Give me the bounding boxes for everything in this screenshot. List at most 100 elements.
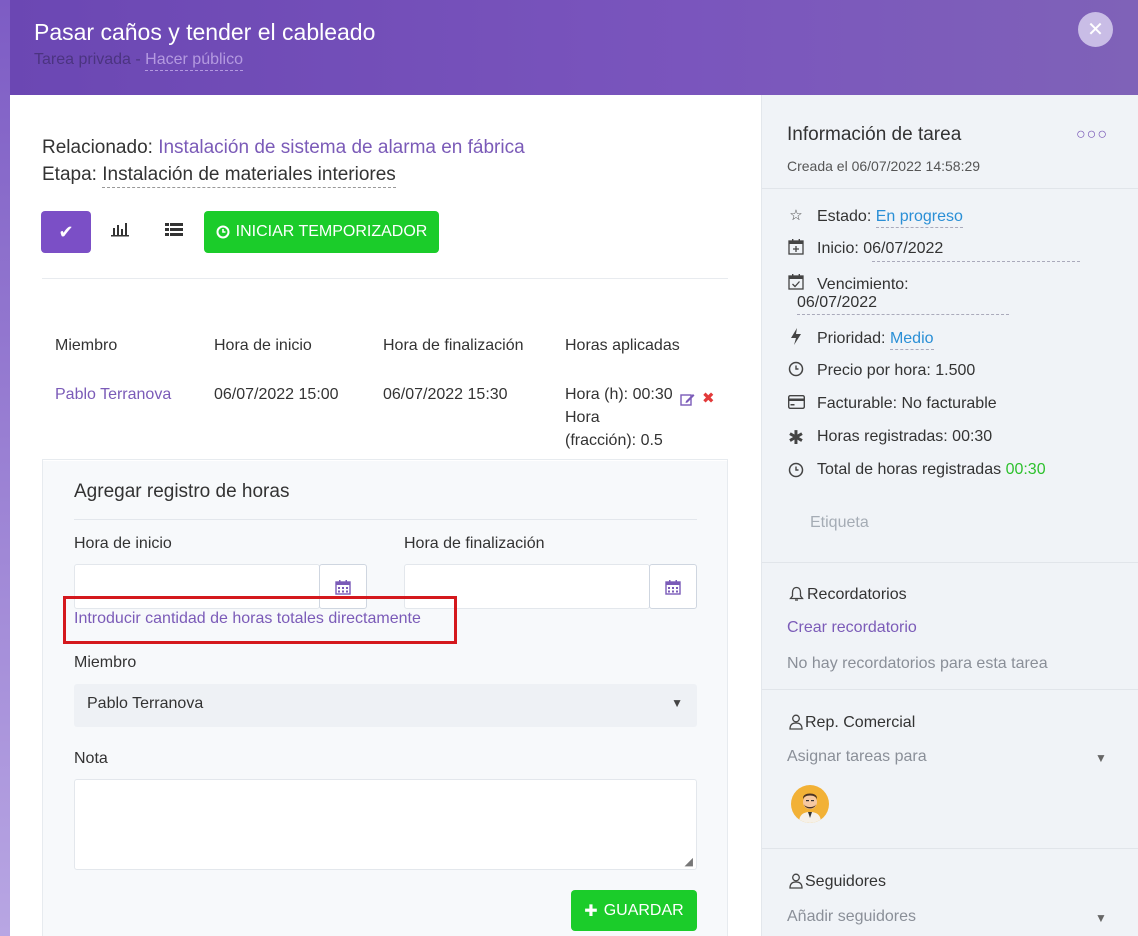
start-timer-label: INICIAR TEMPORIZADOR (235, 223, 428, 240)
followers-select[interactable]: Añadir seguidores (787, 908, 916, 926)
bell-icon (787, 586, 805, 606)
tag-input[interactable]: Etiqueta (810, 514, 869, 532)
due-date-field (797, 314, 1009, 315)
sidebar-divider (762, 562, 1138, 563)
billable-status: Facturable: No facturable (817, 395, 997, 412)
assign-select[interactable]: Asignar tareas para (787, 748, 927, 766)
stage-value[interactable]: Instalación de materiales interiores (102, 164, 396, 188)
list-icon (165, 223, 183, 236)
total-hours-value: 00:30 (1005, 461, 1046, 478)
modal-header: Pasar caños y tender el cableado Tarea p… (10, 0, 1138, 95)
task-info-sidebar: Información de tarea ○○○ Creada el 06/07… (761, 95, 1138, 936)
stage-label: Etapa: (42, 164, 97, 185)
hourly-rate: Precio por hora: 1.500 (817, 362, 976, 379)
calendar-plus-icon (787, 238, 805, 259)
list-button[interactable] (165, 221, 183, 242)
create-reminder-link[interactable]: Crear recordatorio (787, 619, 917, 637)
start-date-value[interactable]: 06/07/2022 (863, 240, 943, 257)
calendar-check-icon (787, 273, 805, 294)
member-select[interactable]: Pablo Terranova ▼ (74, 684, 697, 727)
related-project-link[interactable]: Instalación de sistema de alarma en fábr… (158, 137, 524, 158)
separator: - (130, 51, 146, 68)
sidebar-divider (762, 188, 1138, 189)
stats-button[interactable] (110, 221, 130, 242)
priority-label: Prioridad: (817, 330, 886, 347)
sidebar-divider (762, 848, 1138, 849)
note-textarea[interactable]: ◢ (74, 779, 697, 870)
private-task-label: Tarea privada (34, 51, 131, 68)
status-value[interactable]: En progreso (875, 208, 963, 228)
user-icon (787, 714, 805, 734)
start-date-field (872, 261, 1080, 262)
priority-row: Prioridad: Medio (817, 330, 934, 350)
status-label: Estado: (817, 208, 872, 225)
total-hours-row: Total de horas registradas 00:30 (817, 461, 1046, 479)
delete-entry-button[interactable]: ✖ (702, 391, 715, 406)
caret-down-icon: ▼ (671, 696, 683, 710)
mark-complete-button[interactable]: ✔ (41, 211, 91, 253)
close-icon: ✕ (1087, 19, 1104, 41)
task-visibility: Tarea privada - Hacer público (34, 51, 243, 71)
row-hours-line3: (fracción): 0.5 (565, 432, 663, 449)
task-info-title: Información de tarea (787, 124, 962, 145)
logged-hours: Horas registradas: 00:30 (817, 428, 993, 445)
related-line: Relacionado: Instalación de sistema de a… (42, 137, 525, 159)
bar-chart-icon (111, 223, 129, 237)
avatar[interactable] (791, 785, 829, 823)
form-title: Agregar registro de horas (74, 481, 290, 502)
followers-title: Seguidores (805, 873, 886, 890)
divider (42, 278, 728, 279)
due-date-value[interactable]: 06/07/2022 (797, 294, 877, 312)
end-calendar-button[interactable] (649, 564, 697, 609)
calendar-icon (335, 579, 351, 595)
end-time-label: Hora de finalización (404, 535, 545, 552)
task-title: Pasar caños y tender el cableado (34, 19, 376, 45)
col-member: Miembro (55, 337, 118, 354)
more-dots-icon: ○○○ (1076, 126, 1108, 143)
edit-icon (680, 394, 695, 406)
start-time-label: Hora de inicio (74, 535, 172, 552)
member-select-value: Pablo Terranova (87, 695, 204, 712)
resize-grip-icon[interactable]: ◢ (685, 855, 693, 868)
save-label: GUARDAR (603, 901, 684, 919)
save-button[interactable]: ✚ GUARDAR (571, 890, 697, 931)
enter-total-hours-link[interactable]: Introducir cantidad de horas totales dir… (74, 610, 421, 628)
asterisk-icon: ✱ (788, 428, 804, 449)
row-hours-line2: Hora (565, 409, 600, 426)
caret-down-icon[interactable]: ▼ (1095, 911, 1107, 925)
calendar-icon (665, 579, 681, 595)
start-timer-button[interactable]: INICIAR TEMPORIZADOR (204, 211, 439, 253)
bolt-icon (787, 328, 805, 349)
sales-rep-title: Rep. Comercial (805, 714, 916, 731)
task-modal: Pasar caños y tender el cableado Tarea p… (10, 0, 1138, 936)
stage-line: Etapa: Instalación de materiales interio… (42, 164, 396, 188)
sidebar-divider (762, 689, 1138, 690)
make-public-link[interactable]: Hacer público (145, 51, 243, 71)
row-end: 06/07/2022 15:30 (383, 386, 508, 403)
note-label: Nota (74, 750, 108, 767)
row-start: 06/07/2022 15:00 (214, 386, 339, 403)
credit-card-icon (787, 394, 805, 413)
created-date: Creada el 06/07/2022 14:58:29 (787, 158, 981, 174)
more-options-button[interactable]: ○○○ (1076, 126, 1108, 144)
close-button[interactable]: ✕ (1078, 12, 1113, 47)
member-label: Miembro (74, 654, 137, 671)
form-divider (74, 519, 697, 520)
clock-icon (216, 225, 230, 239)
clock-icon (787, 361, 805, 381)
row-hours-line1: Hora (h): 00:30 (565, 386, 673, 403)
row-member-link[interactable]: Pablo Terranova (55, 383, 171, 406)
check-icon: ✔ (58, 221, 74, 242)
start-date-label: Inicio: (817, 240, 859, 257)
plus-icon: ✚ (584, 902, 598, 920)
edit-entry-button[interactable] (680, 392, 695, 411)
star-half-icon: ☆ (789, 207, 803, 224)
status-row: Estado: En progreso (817, 208, 963, 228)
col-end: Hora de finalización (383, 337, 524, 354)
caret-down-icon[interactable]: ▼ (1095, 751, 1107, 765)
due-date-label: Vencimiento: (817, 276, 909, 293)
priority-value[interactable]: Medio (889, 330, 934, 350)
no-reminders-text: No hay recordatorios para esta tarea (787, 655, 1048, 672)
col-hours: Horas aplicadas (565, 337, 680, 354)
total-hours-label: Total de horas registradas (817, 461, 1002, 478)
